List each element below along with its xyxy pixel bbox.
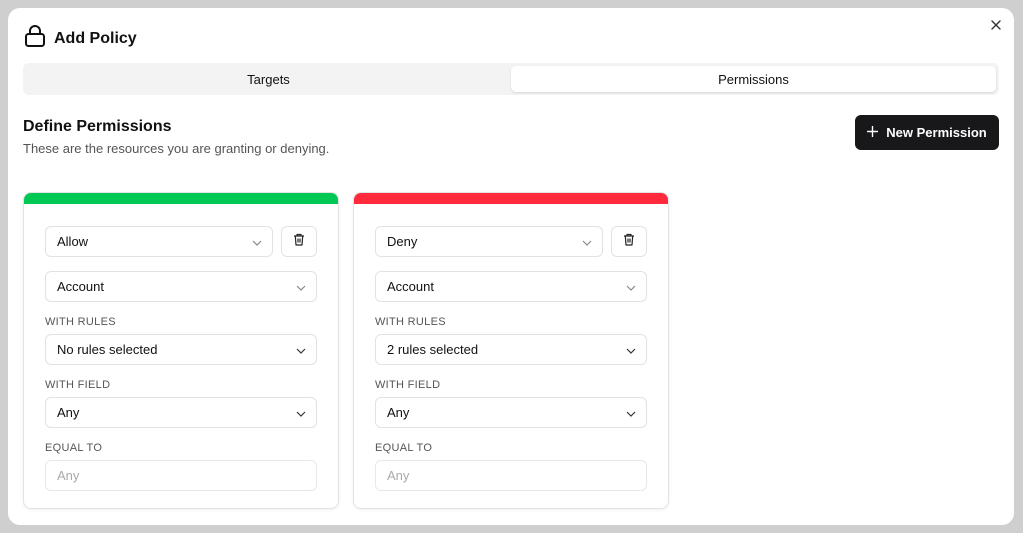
with-rules-label: WITH RULES [375, 316, 446, 328]
effect-select[interactable]: Allow [45, 226, 273, 257]
effect-select[interactable]: Deny [375, 226, 603, 257]
rules-value: 2 rules selected [387, 342, 479, 357]
rules-select[interactable]: 2 rules selected [375, 334, 647, 365]
chevron-down-icon [296, 279, 306, 294]
field-value: Any [57, 405, 80, 420]
trash-icon [293, 233, 305, 251]
permission-card-deny: Deny Account WITH RULES 2 rules selected [353, 192, 669, 509]
rules-select[interactable]: No rules selected [45, 334, 317, 365]
equal-to-input[interactable]: Any [375, 460, 647, 491]
allow-color-bar [24, 193, 338, 204]
trash-icon [623, 233, 635, 251]
with-field-label: WITH FIELD [375, 379, 441, 391]
resource-select[interactable]: Account [45, 271, 317, 302]
equal-to-input[interactable]: Any [45, 460, 317, 491]
permission-card-allow: Allow Account WITH RULES No rules select [23, 192, 339, 509]
resource-value: Account [387, 279, 434, 294]
with-rules-label: WITH RULES [45, 316, 116, 328]
field-value: Any [387, 405, 410, 420]
tab-permissions[interactable]: Permissions [511, 66, 996, 92]
effect-value: Deny [387, 234, 418, 249]
new-permission-button[interactable]: New Permission [855, 115, 999, 150]
dialog-header: Add Policy [24, 24, 137, 53]
delete-button[interactable] [281, 226, 317, 257]
chevron-down-icon [626, 342, 636, 357]
delete-button[interactable] [611, 226, 647, 257]
close-icon[interactable] [988, 17, 1004, 33]
field-select[interactable]: Any [45, 397, 317, 428]
effect-value: Allow [57, 234, 89, 249]
dialog-title: Add Policy [54, 29, 137, 47]
rules-value: No rules selected [57, 342, 158, 357]
deny-color-bar [354, 193, 668, 204]
resource-value: Account [57, 279, 104, 294]
chevron-down-icon [626, 405, 636, 420]
chevron-down-icon [252, 234, 262, 249]
lock-icon [24, 24, 46, 53]
field-select[interactable]: Any [375, 397, 647, 428]
section-subtitle: These are the resources you are granting… [23, 141, 330, 156]
chevron-down-icon [582, 234, 592, 249]
new-permission-label: New Permission [886, 125, 987, 140]
tab-targets[interactable]: Targets [26, 66, 511, 92]
chevron-down-icon [296, 405, 306, 420]
resource-select[interactable]: Account [375, 271, 647, 302]
chevron-down-icon [626, 279, 636, 294]
chevron-down-icon [296, 342, 306, 357]
section-title: Define Permissions [23, 118, 172, 135]
plus-icon [867, 125, 879, 140]
tab-bar: Targets Permissions [23, 63, 999, 95]
equal-to-label: EQUAL TO [45, 442, 103, 454]
with-field-label: WITH FIELD [45, 379, 111, 391]
add-policy-dialog: Add Policy Targets Permissions Define Pe… [8, 8, 1014, 525]
equal-to-label: EQUAL TO [375, 442, 433, 454]
